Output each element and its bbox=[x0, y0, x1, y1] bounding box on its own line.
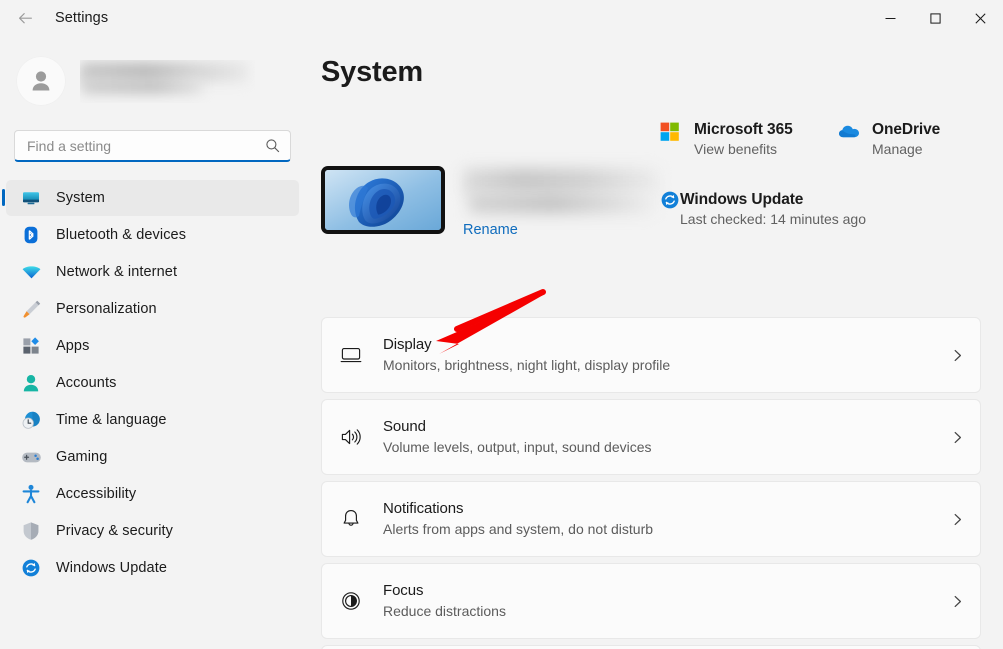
update-refresh-icon bbox=[660, 190, 680, 215]
speaker-icon bbox=[336, 422, 366, 452]
wifi-icon bbox=[20, 261, 42, 283]
chevron-right-icon bbox=[951, 595, 964, 608]
shield-icon bbox=[20, 520, 42, 542]
sidebar-item-label: Network & internet bbox=[56, 264, 177, 280]
sidebar-item-gaming[interactable]: Gaming bbox=[6, 439, 299, 475]
sidebar-item-bluetooth-devices[interactable]: Bluetooth & devices bbox=[6, 217, 299, 253]
sidebar-item-label: Gaming bbox=[56, 449, 107, 465]
settings-list: Display Monitors, brightness, night ligh… bbox=[321, 317, 981, 649]
device-name-redacted bbox=[463, 168, 659, 194]
settings-row-title: Notifications bbox=[383, 500, 463, 517]
chevron-right-icon bbox=[951, 431, 964, 444]
settings-row-subtitle: Monitors, brightness, night light, displ… bbox=[383, 357, 670, 373]
search-input[interactable] bbox=[27, 138, 265, 154]
settings-row-partial[interactable] bbox=[321, 645, 981, 649]
quick-link-title: Microsoft 365 bbox=[694, 121, 793, 138]
bell-icon bbox=[336, 504, 366, 534]
onedrive-cloud-icon bbox=[838, 122, 860, 144]
maximize-button[interactable] bbox=[913, 0, 958, 36]
sidebar-nav: System Bluetooth & devices bbox=[0, 180, 305, 586]
settings-row-sound[interactable]: Sound Volume levels, output, input, soun… bbox=[321, 399, 981, 475]
sidebar-item-time-language[interactable]: Time & language bbox=[6, 402, 299, 438]
apps-grid-icon bbox=[20, 335, 42, 357]
settings-row-subtitle: Reduce distractions bbox=[383, 603, 506, 619]
settings-row-title: Display bbox=[383, 336, 431, 353]
sidebar-item-windows-update[interactable]: Windows Update bbox=[6, 550, 299, 586]
quick-link-microsoft-365[interactable]: Microsoft 365 View benefits bbox=[660, 120, 838, 160]
back-arrow-icon bbox=[17, 10, 34, 27]
maximize-icon bbox=[930, 13, 941, 24]
sidebar-item-label: Windows Update bbox=[56, 560, 167, 576]
bluetooth-icon bbox=[20, 224, 42, 246]
sidebar-item-network-internet[interactable]: Network & internet bbox=[6, 254, 299, 290]
settings-row-subtitle: Volume levels, output, input, sound devi… bbox=[383, 439, 652, 455]
settings-row-focus[interactable]: Focus Reduce distractions bbox=[321, 563, 981, 639]
account-person-icon bbox=[20, 372, 42, 394]
settings-row-display[interactable]: Display Monitors, brightness, night ligh… bbox=[321, 317, 981, 393]
person-avatar-icon bbox=[26, 66, 56, 96]
quick-link-subtitle[interactable]: Manage bbox=[872, 141, 923, 157]
settings-row-title: Focus bbox=[383, 582, 423, 599]
settings-row-title: Sound bbox=[383, 418, 426, 435]
sidebar-item-apps[interactable]: Apps bbox=[6, 328, 299, 364]
window-controls bbox=[868, 0, 1003, 36]
gamepad-icon bbox=[20, 446, 42, 468]
search-box[interactable] bbox=[14, 130, 291, 162]
settings-row-subtitle: Alerts from apps and system, do not dist… bbox=[383, 521, 653, 537]
user-name-redacted bbox=[80, 60, 255, 103]
minimize-icon bbox=[885, 13, 896, 24]
title-bar: Settings bbox=[0, 0, 1003, 36]
microsoft-logo-icon bbox=[660, 122, 682, 144]
app-title: Settings bbox=[55, 10, 108, 26]
sidebar-item-accounts[interactable]: Accounts bbox=[6, 365, 299, 401]
chevron-right-icon bbox=[951, 513, 964, 526]
minimize-button[interactable] bbox=[868, 0, 913, 36]
avatar bbox=[16, 56, 66, 106]
sidebar-item-label: Apps bbox=[56, 338, 89, 354]
sidebar-item-label: Personalization bbox=[56, 301, 157, 317]
sidebar-item-privacy-security[interactable]: Privacy & security bbox=[6, 513, 299, 549]
sidebar: System Bluetooth & devices bbox=[0, 36, 305, 649]
close-icon bbox=[975, 13, 986, 24]
sidebar-item-label: System bbox=[56, 190, 105, 206]
settings-window: Settings bbox=[0, 0, 1003, 649]
close-button[interactable] bbox=[958, 0, 1003, 36]
sidebar-item-system[interactable]: System bbox=[6, 180, 299, 216]
main-content: System bbox=[305, 36, 1003, 649]
quick-link-onedrive[interactable]: OneDrive Manage bbox=[838, 120, 988, 160]
device-details-redacted bbox=[469, 192, 655, 214]
chevron-right-icon bbox=[951, 349, 964, 362]
sidebar-item-personalization[interactable]: Personalization bbox=[6, 291, 299, 327]
accessibility-person-icon bbox=[20, 483, 42, 505]
clock-globe-icon bbox=[20, 409, 42, 431]
sidebar-item-label: Bluetooth & devices bbox=[56, 227, 186, 243]
quick-link-subtitle: Last checked: 14 minutes ago bbox=[680, 211, 866, 227]
quick-link-windows-update[interactable]: Windows Update Last checked: 14 minutes … bbox=[660, 190, 990, 230]
focus-moon-icon bbox=[336, 586, 366, 616]
sidebar-item-accessibility[interactable]: Accessibility bbox=[6, 476, 299, 512]
quick-link-subtitle[interactable]: View benefits bbox=[694, 141, 777, 157]
sidebar-item-label: Accessibility bbox=[56, 486, 136, 502]
search-icon bbox=[265, 138, 280, 153]
quick-link-title: OneDrive bbox=[872, 121, 940, 138]
back-button[interactable] bbox=[8, 3, 42, 33]
quick-links: Microsoft 365 View benefits OneDrive Man… bbox=[660, 120, 990, 230]
search-container bbox=[14, 130, 291, 162]
update-refresh-icon bbox=[20, 557, 42, 579]
sidebar-item-label: Accounts bbox=[56, 375, 116, 391]
sidebar-item-label: Time & language bbox=[56, 412, 167, 428]
monitor-icon bbox=[20, 187, 42, 209]
device-summary: Rename bbox=[321, 166, 681, 234]
page-title: System bbox=[321, 56, 423, 89]
paintbrush-icon bbox=[20, 298, 42, 320]
sidebar-item-label: Privacy & security bbox=[56, 523, 173, 539]
settings-row-notifications[interactable]: Notifications Alerts from apps and syste… bbox=[321, 481, 981, 557]
user-profile[interactable] bbox=[0, 50, 305, 112]
monitor-outline-icon bbox=[336, 340, 366, 370]
windows-bloom-wallpaper bbox=[321, 166, 445, 234]
rename-link[interactable]: Rename bbox=[463, 222, 518, 238]
device-name-block: Rename bbox=[463, 166, 681, 234]
quick-link-title: Windows Update bbox=[680, 191, 803, 208]
